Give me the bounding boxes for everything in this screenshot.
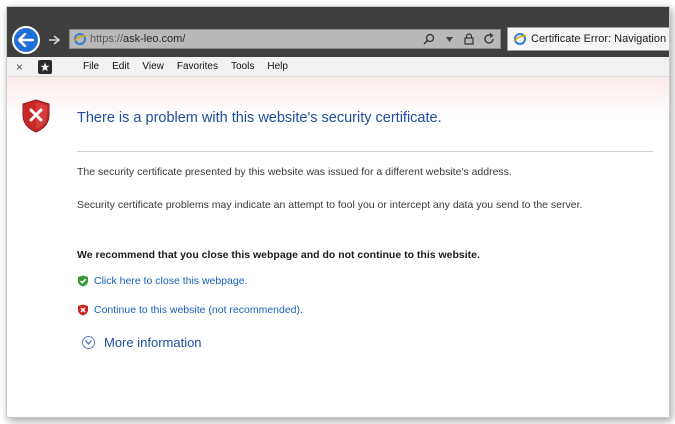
url-protocol: https:// [90, 33, 124, 45]
search-icon [423, 33, 435, 45]
menu-help[interactable]: Help [267, 60, 288, 74]
close-icon[interactable]: × [16, 60, 23, 74]
menu-edit[interactable]: Edit [112, 60, 129, 74]
close-link-text[interactable]: Click here to close this webpage. [94, 275, 248, 287]
refresh-icon [484, 33, 494, 44]
dropdown-button[interactable] [442, 32, 456, 46]
star-icon [40, 62, 50, 72]
refresh-button[interactable] [482, 32, 496, 46]
menu-items: File Edit View Favorites Tools Help [83, 60, 288, 74]
continue-link-text[interactable]: Continue to this website (not recommende… [94, 304, 303, 316]
menu-tools[interactable]: Tools [231, 60, 254, 74]
more-information-toggle[interactable]: More information [82, 335, 202, 350]
browser-window: https://ask-leo.com/ Certificate Error: … [6, 6, 670, 418]
chevron-down-circle-icon [82, 336, 95, 349]
red-shield-icon [78, 304, 88, 316]
search-button[interactable] [422, 32, 436, 46]
recommendation-text: We recommend that you close this webpage… [77, 249, 480, 261]
lock-icon [464, 33, 474, 45]
shield-error-icon [22, 99, 50, 133]
divider [77, 151, 653, 152]
url-text: https://ask-leo.com/ [90, 32, 185, 46]
browser-toolbar: https://ask-leo.com/ Certificate Error: … [7, 7, 669, 57]
ie-page-icon [73, 33, 87, 45]
close-webpage-link[interactable]: Click here to close this webpage. [77, 275, 248, 287]
address-tools [422, 31, 496, 47]
green-shield-icon [78, 275, 88, 287]
back-button[interactable] [12, 26, 40, 54]
description-text: The security certificate presented by th… [77, 166, 512, 178]
url-host: ask-leo.com/ [123, 33, 186, 45]
warning-text: Security certificate problems may indica… [77, 199, 583, 211]
menu-view[interactable]: View [142, 60, 164, 74]
favorites-star-button[interactable] [38, 60, 52, 74]
menu-favorites[interactable]: Favorites [177, 60, 218, 74]
menu-bar: × File Edit View Favorites Tools Help [7, 57, 669, 77]
tab-certificate-error[interactable]: Certificate Error: Navigation [507, 27, 669, 51]
certificate-error-button[interactable] [462, 32, 476, 46]
back-arrow-icon [18, 33, 34, 47]
forward-button[interactable] [45, 31, 63, 49]
continue-link[interactable]: Continue to this website (not recommende… [77, 304, 303, 316]
menu-file[interactable]: File [83, 60, 99, 74]
page-content: There is a problem with this website's s… [7, 77, 669, 417]
tab-title: Certificate Error: Navigation [531, 33, 667, 45]
more-information-label[interactable]: More information [104, 335, 202, 350]
ie-tab-icon [513, 33, 527, 45]
page-title: There is a problem with this website's s… [77, 110, 442, 126]
address-bar[interactable]: https://ask-leo.com/ [69, 29, 501, 49]
forward-arrow-icon [49, 35, 60, 45]
chevron-down-icon [445, 36, 453, 42]
